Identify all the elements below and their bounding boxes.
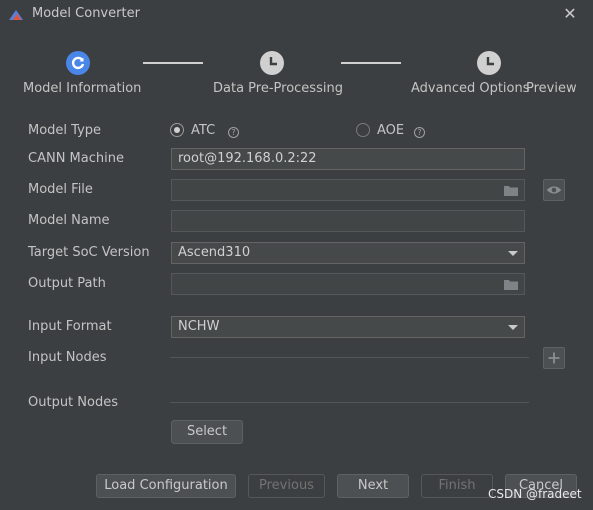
step-model-information-icon [66,51,90,75]
step-label-data-preprocessing: Data Pre-Processing [213,81,343,96]
watermark: CSDN @fradeet [488,487,582,501]
step-label-advanced-options: Advanced Options [411,81,530,96]
model-type-label: Model Type [28,123,102,138]
input-nodes-divider [170,357,529,358]
atc-radio[interactable] [170,123,184,137]
target-soc-label: Target SoC Version [28,245,150,260]
chevron-down-icon [508,251,518,256]
preview-model-button[interactable] [543,179,565,201]
load-configuration-button[interactable]: Load Configuration [96,474,236,498]
app-logo-icon [9,10,23,20]
model-file-label: Model File [28,182,93,197]
select-button[interactable]: Select [171,420,243,444]
output-nodes-divider [170,402,529,403]
model-name-label: Model Name [28,213,110,228]
output-path-field[interactable] [171,273,525,295]
cann-machine-label: CANN Machine [28,151,124,166]
output-nodes-label: Output Nodes [28,395,118,410]
input-nodes-label: Input Nodes [28,350,107,365]
atc-radio-label[interactable]: ATC [191,123,215,138]
model-name-field[interactable] [171,210,525,232]
eye-icon [546,186,562,194]
input-format-select[interactable]: NCHW [171,316,525,338]
step-label-preview: Preview [526,81,577,96]
plus-icon [548,352,560,364]
step-connector [143,62,203,64]
aoe-radio-label[interactable]: AOE [377,123,404,138]
chevron-down-icon [508,325,518,330]
target-soc-value: Ascend310 [178,245,251,260]
title-bar: Model Converter ✕ [0,0,593,30]
output-path-label: Output Path [28,276,106,291]
input-format-label: Input Format [28,319,112,334]
input-format-value: NCHW [178,319,220,334]
atc-help-icon[interactable]: ? [228,127,239,138]
next-button[interactable]: Next [337,474,409,498]
finish-button[interactable]: Finish [421,474,493,498]
close-icon[interactable]: ✕ [560,4,580,24]
window-title: Model Converter [32,6,140,21]
step-data-preprocessing-icon [260,51,284,75]
step-connector [341,62,401,64]
folder-icon[interactable] [504,184,518,196]
step-advanced-options-icon [477,51,501,75]
step-label-model-information: Model Information [23,81,142,96]
previous-button[interactable]: Previous [248,474,325,498]
aoe-radio[interactable] [356,123,370,137]
aoe-help-icon[interactable]: ? [414,127,425,138]
folder-icon[interactable] [504,278,518,290]
target-soc-select[interactable]: Ascend310 [171,242,525,264]
add-input-node-button[interactable] [543,347,565,369]
model-file-field[interactable] [171,179,525,201]
cann-machine-field[interactable]: root@192.168.0.2:22 [171,148,525,170]
